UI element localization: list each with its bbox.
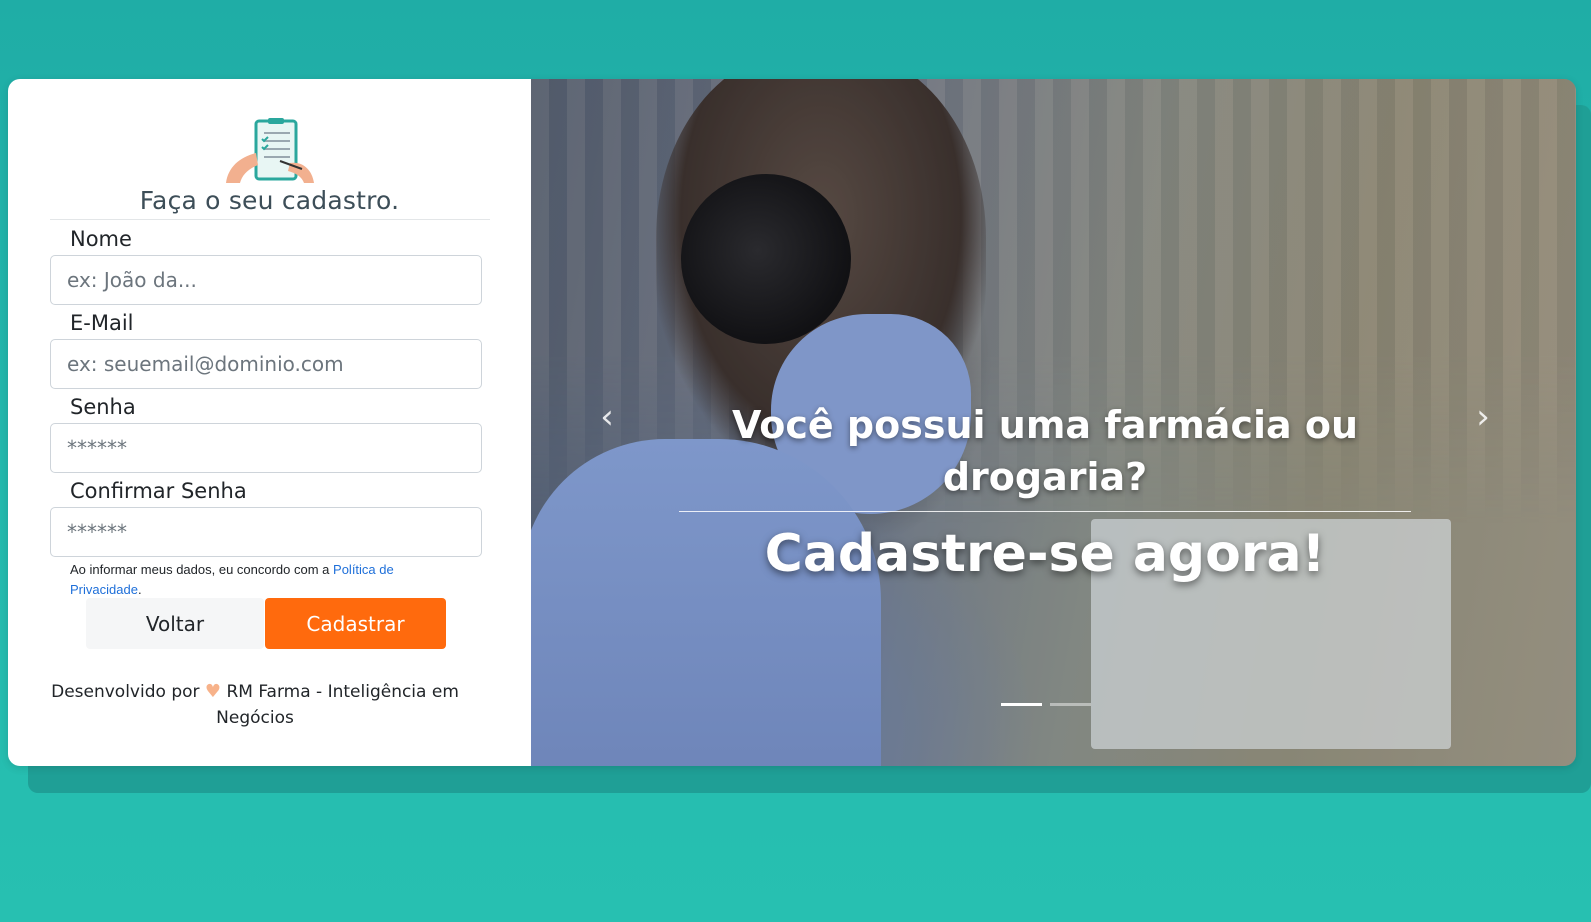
name-label: Nome [70, 227, 132, 251]
developer-credit: Desenvolvido por ♥ RM Farma - Inteligênc… [50, 679, 460, 731]
back-button[interactable]: Voltar [86, 598, 264, 649]
carousel-indicator-2[interactable] [1050, 703, 1091, 706]
privacy-consent: Ao informar meus dados, eu concordo com … [70, 560, 410, 600]
carousel-indicators [1001, 703, 1091, 706]
confirm-password-label: Confirmar Senha [70, 479, 247, 503]
carousel-caption: Você possui uma farmácia ou drogaria? Ca… [679, 399, 1411, 584]
password-input[interactable] [50, 423, 482, 473]
clipboard-hands-icon [226, 118, 314, 183]
title-divider [50, 219, 490, 220]
form-title: Faça o seu cadastro. [139, 186, 400, 215]
credit-prefix: Desenvolvido por [51, 682, 200, 702]
caption-divider [679, 511, 1411, 512]
confirm-password-input[interactable] [50, 507, 482, 557]
signup-form-panel: Faça o seu cadastro. Nome E-Mail Senha C… [8, 79, 531, 766]
email-label: E-Mail [70, 311, 134, 335]
carousel-prev-icon[interactable]: ‹ [587, 397, 627, 437]
email-input[interactable] [50, 339, 482, 389]
carousel-indicator-1[interactable] [1001, 703, 1042, 706]
company-name: RM Farma - Inteligência em Negócios [216, 682, 459, 728]
password-label: Senha [70, 395, 136, 419]
promo-carousel: ‹ › Você possui uma farmácia ou drogaria… [531, 79, 1576, 766]
carousel-photo-headphone [681, 174, 851, 344]
caption-cta: Cadastre-se agora! [764, 524, 1326, 584]
name-input[interactable] [50, 255, 482, 305]
signup-card: Faça o seu cadastro. Nome E-Mail Senha C… [8, 79, 1576, 766]
caption-question: Você possui uma farmácia ou drogaria? [731, 403, 1359, 499]
register-button[interactable]: Cadastrar [265, 598, 446, 649]
carousel-next-icon[interactable]: › [1463, 397, 1503, 437]
consent-text: Ao informar meus dados, eu concordo com … [70, 562, 334, 577]
heart-icon: ♥ [204, 681, 222, 702]
consent-end: . [137, 582, 142, 597]
